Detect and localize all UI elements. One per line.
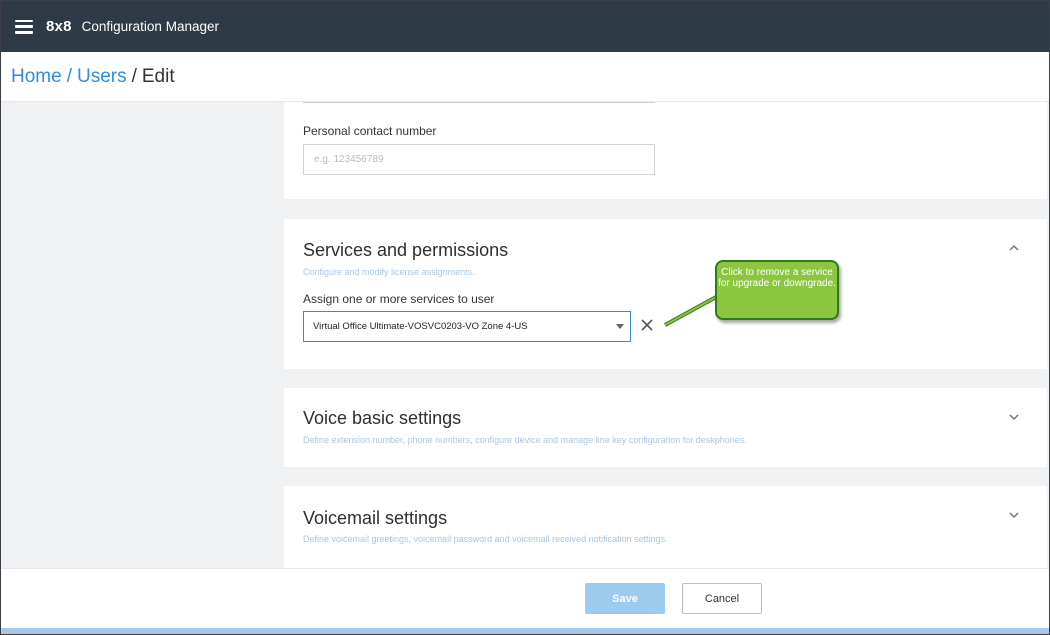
voicemail-subtitle: Define voicemail greetings, voicemail pa… <box>303 534 668 544</box>
chevron-up-icon[interactable] <box>1007 241 1021 255</box>
breadcrumb-separator: / <box>131 65 137 87</box>
breadcrumb-separator: / <box>66 65 72 87</box>
callout-tooltip: Click to remove a service for upgrade or… <box>715 260 839 320</box>
assign-services-label: Assign one or more services to user <box>303 292 495 306</box>
voice-basic-subtitle: Define extension number, phone numbers, … <box>303 435 747 445</box>
breadcrumb: Home / Users / Edit <box>1 52 1049 102</box>
app-title: Configuration Manager <box>81 19 219 34</box>
brand-logo: 8x8 <box>46 18 72 35</box>
hamburger-icon[interactable] <box>15 19 33 34</box>
close-icon[interactable] <box>640 318 654 332</box>
breadcrumb-home[interactable]: Home <box>11 66 62 88</box>
voice-basic-title: Voice basic settings <box>303 408 462 428</box>
breadcrumb-current: Edit <box>141 65 175 87</box>
service-select[interactable]: Virtual Office Ultimate-VOSVC0203-VO Zon… <box>303 311 631 342</box>
personal-contact-input[interactable] <box>303 144 655 175</box>
chevron-down-icon[interactable] <box>1007 410 1021 424</box>
selected-service: Virtual Office Ultimate-VOSVC0203-VO Zon… <box>313 321 528 332</box>
breadcrumb-users[interactable]: Users <box>77 66 127 88</box>
services-card: Services and permissions Configure and m… <box>284 219 1047 369</box>
footer-edge <box>1 628 1049 634</box>
services-title: Services and permissions <box>303 240 509 260</box>
top-bar: 8x8 Configuration Manager <box>1 1 1049 52</box>
caret-down-icon <box>616 324 624 329</box>
previous-field-edge <box>303 102 655 103</box>
voicemail-card[interactable]: Voicemail settings Define voicemail gree… <box>284 486 1047 568</box>
chevron-down-icon[interactable] <box>1007 508 1021 522</box>
voice-basic-card[interactable]: Voice basic settings Define extension nu… <box>284 388 1047 467</box>
contact-card: Personal contact number <box>284 102 1047 199</box>
app-window: 8x8 Configuration Manager Home / Users /… <box>0 0 1050 635</box>
cancel-button[interactable]: Cancel <box>682 583 762 614</box>
save-button[interactable]: Save <box>585 583 665 614</box>
services-subtitle: Configure and modify license assignments… <box>303 267 475 277</box>
footer-bar: Save Cancel <box>1 568 1049 628</box>
content-area: Personal contact number Services and per… <box>1 102 1049 568</box>
personal-contact-label: Personal contact number <box>303 124 437 138</box>
voicemail-title: Voicemail settings <box>303 508 448 528</box>
